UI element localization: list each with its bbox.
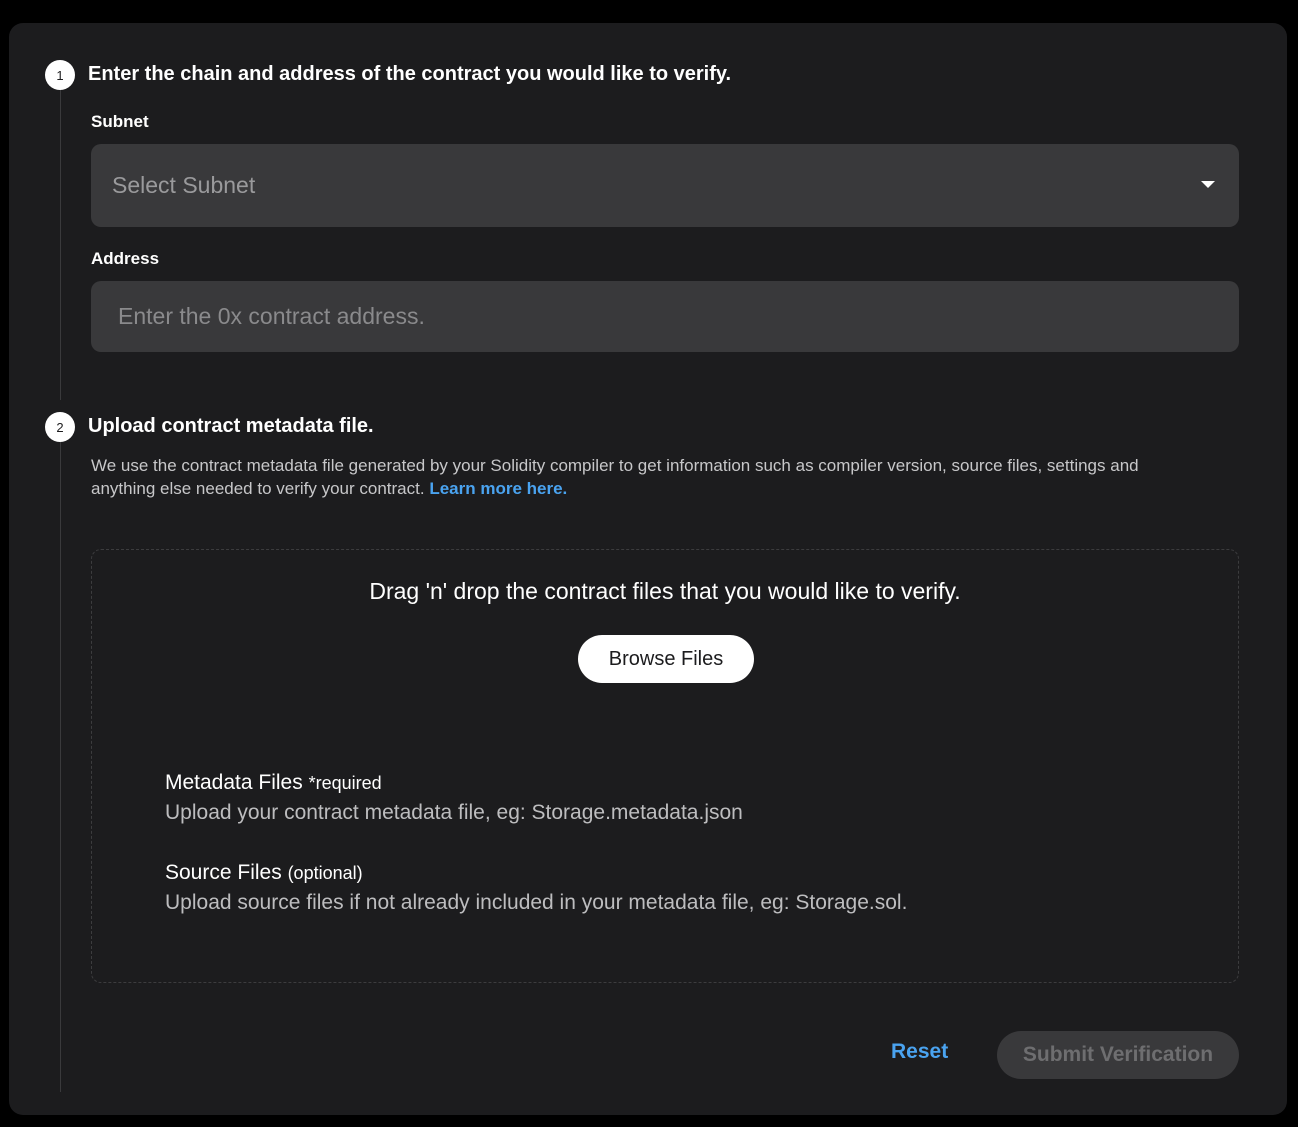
required-note: *required: [308, 773, 382, 793]
subnet-select[interactable]: Select Subnet: [91, 144, 1239, 227]
step-2-indicator: 2: [45, 412, 75, 442]
contract-address-input[interactable]: [91, 281, 1239, 352]
address-label: Address: [91, 249, 160, 268]
learn-more-link[interactable]: Learn more here.: [429, 479, 567, 498]
metadata-files-heading: Metadata Files *required: [165, 771, 743, 795]
metadata-files-title: Metadata Files: [165, 771, 303, 794]
subnet-select-placeholder: Select Subnet: [112, 172, 256, 198]
step-1-indicator: 1: [45, 60, 75, 90]
file-dropzone[interactable]: Drag 'n' drop the contract files that yo…: [91, 549, 1239, 983]
source-files-description: Upload source files if not already inclu…: [165, 891, 908, 914]
step-2-connector-line: [60, 442, 61, 1092]
reset-button[interactable]: Reset: [891, 1040, 948, 1064]
metadata-files-info: Metadata Files *required Upload your con…: [165, 771, 743, 825]
source-files-title: Source Files: [165, 861, 282, 884]
source-files-heading: Source Files (optional): [165, 861, 907, 885]
step-1-connector-line: [60, 90, 61, 400]
subnet-label: Subnet: [91, 112, 149, 131]
step-1-title: Enter the chain and address of the contr…: [88, 63, 732, 85]
upload-description: We use the contract metadata file genera…: [91, 454, 1201, 500]
source-files-info: Source Files (optional) Upload source fi…: [165, 861, 907, 915]
browse-files-button[interactable]: Browse Files: [578, 635, 754, 683]
caret-down-icon: [1201, 181, 1215, 188]
step-2-title: Upload contract metadata file.: [88, 415, 374, 437]
optional-note: (optional): [287, 863, 363, 883]
upload-description-text: We use the contract metadata file genera…: [91, 456, 1139, 498]
dropzone-title: Drag 'n' drop the contract files that yo…: [369, 578, 961, 604]
submit-verification-button[interactable]: Submit Verification: [997, 1031, 1239, 1079]
metadata-files-description: Upload your contract metadata file, eg: …: [165, 801, 743, 824]
